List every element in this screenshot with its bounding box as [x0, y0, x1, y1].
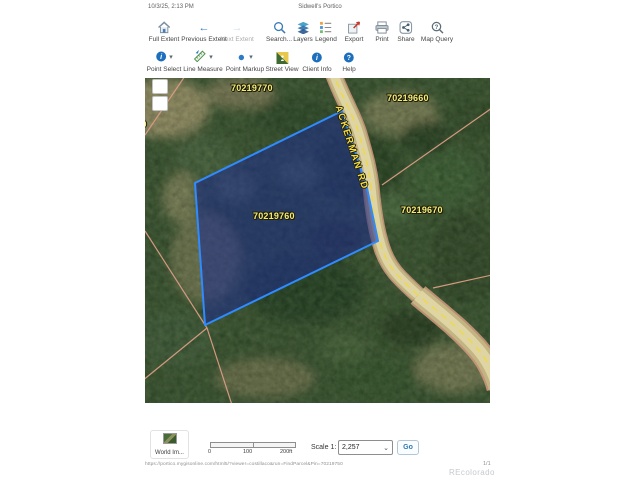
legend-icon [315, 20, 337, 35]
share-icon [397, 20, 414, 35]
svg-text:?: ? [434, 25, 438, 31]
chevron-down-icon: ⌄ [383, 444, 389, 452]
toolbar-button-legend[interactable]: Legend [315, 20, 337, 43]
toolbar-button-line-measure[interactable]: ▾ Line Measure [183, 50, 222, 73]
toolbar-button-print[interactable]: Print [375, 20, 389, 43]
chevron-down-icon[interactable]: ▾ [209, 54, 213, 62]
recolorado-watermark: REcolorado [449, 468, 495, 477]
map-query-icon: ? [421, 20, 453, 35]
zoom-in-button[interactable] [152, 79, 168, 94]
export-icon [345, 20, 364, 35]
toolbar-button-label: Point Select [147, 66, 182, 73]
toolbar-button-label: Help [342, 66, 355, 73]
home-icon [149, 20, 180, 35]
toolbar-button-help[interactable]: ? Help [342, 50, 355, 73]
zoom-out-button[interactable] [152, 96, 168, 111]
toolbar-button-label: Print [375, 36, 389, 43]
parcel-label-highlighted: 70219760 [253, 211, 295, 221]
help-circle-icon: ? [342, 50, 355, 65]
info-circle-icon: i [302, 50, 331, 65]
street-view-icon [265, 50, 298, 65]
print-icon [375, 20, 389, 35]
svg-text:?: ? [347, 55, 351, 62]
toolbar-button-label: Full Extent [149, 36, 180, 43]
toolbar-button-label: Layers [293, 36, 313, 43]
toolbar-button-label: Line Measure [183, 66, 222, 73]
toolbar-button-label: Next Extent [220, 36, 254, 43]
toolbar-button-label: Street View [265, 66, 298, 73]
scale-bar-start-label: 0 [208, 449, 211, 455]
toolbar-button-label: Search... [266, 36, 292, 43]
scale-bar-mid-label: 100 [243, 449, 252, 455]
toolbar-button-next-extent: → Next Extent [220, 20, 254, 43]
toolbar-button-label: Point Markup [226, 66, 264, 73]
toolbar-button-label: Map Query [421, 36, 453, 43]
scale-select-value: 2,257 [342, 444, 360, 451]
point-icon [237, 49, 246, 67]
edge-label-fragment: 0 [145, 120, 146, 129]
go-button[interactable]: Go [397, 440, 419, 455]
toolbar-button-full-extent[interactable]: Full Extent [149, 20, 180, 43]
map-viewport[interactable]: 70219770 70219660 70219670 70219760 ACKE… [145, 78, 490, 403]
parcel-label: 70219660 [387, 93, 429, 103]
toolbar-button-share[interactable]: Share [397, 20, 414, 43]
parcel-label: 70219770 [231, 83, 273, 93]
toolbar-button-label: Export [345, 36, 364, 43]
basemap-label: World Im... [151, 450, 188, 456]
toolbar-button-label: Client Info [302, 66, 331, 73]
toolbar-button-export[interactable]: Export [345, 20, 364, 43]
print-url: https://portico.mygisonline.com/html5/?v… [145, 462, 343, 467]
toolbar-button-layers[interactable]: Layers [293, 20, 313, 43]
parcel-label: 70219670 [401, 205, 443, 215]
scale-select[interactable]: 2,257 ⌄ [338, 440, 393, 455]
toolbar-button-map-query[interactable]: ? Map Query [421, 20, 453, 43]
scale-caption: Scale 1: [311, 444, 336, 451]
page-title: Sidwell's Portico [0, 4, 640, 10]
scale-bar [210, 442, 296, 448]
toolbar-button-label: Share [397, 36, 414, 43]
toolbar-button-street-view[interactable]: Street View [265, 50, 298, 73]
layers-icon [293, 20, 313, 35]
arrow-right-icon: → [220, 20, 254, 35]
ruler-icon [193, 49, 206, 67]
basemap-thumbnail-icon [163, 433, 177, 444]
toolbar-button-point-markup[interactable]: ▾ Point Markup [226, 50, 264, 73]
toolbar-button-client-info[interactable]: i Client Info [302, 50, 331, 73]
toolbar-button-search[interactable]: Search... [266, 20, 292, 43]
scale-bar-end-label: 200ft [280, 449, 292, 455]
chevron-down-icon[interactable]: ▾ [169, 54, 173, 62]
page-indicator: 1/1 [483, 461, 491, 467]
toolbar-button-point-select[interactable]: i▾ Point Select [147, 50, 182, 73]
aerial-imagery [145, 78, 490, 403]
toolbar-button-label: Legend [315, 36, 337, 43]
search-icon [266, 20, 292, 35]
info-circle-icon: i [155, 49, 166, 67]
basemap-selector[interactable]: World Im... [150, 430, 189, 459]
chevron-down-icon[interactable]: ▾ [249, 54, 253, 62]
